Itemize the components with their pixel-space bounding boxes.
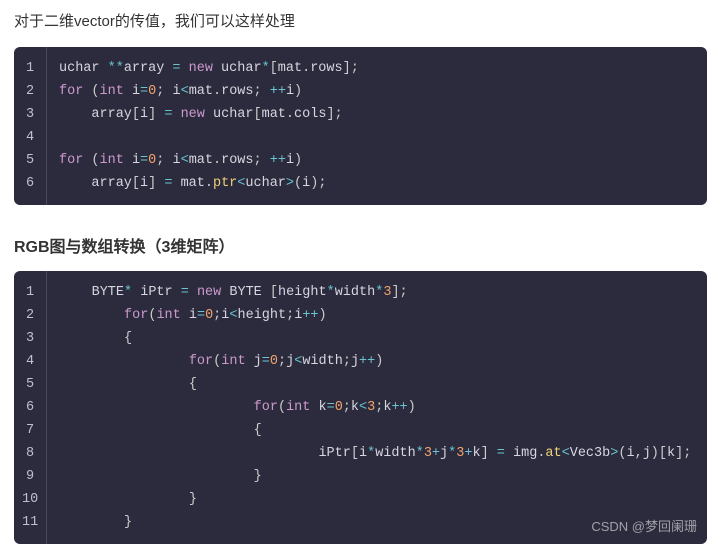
code-block-2: 1234567891011 BYTE* iPtr = new BYTE [hei… xyxy=(14,271,707,544)
code-2: BYTE* iPtr = new BYTE [height*width*3]; … xyxy=(47,271,707,544)
gutter-2: 1234567891011 xyxy=(14,271,47,544)
section-title: RGB图与数组转换（3维矩阵） xyxy=(14,233,707,257)
code-block-1: 123456 uchar **array = new uchar*[mat.ro… xyxy=(14,47,707,205)
gutter-1: 123456 xyxy=(14,47,47,205)
code-1: uchar **array = new uchar*[mat.rows]; fo… xyxy=(47,47,707,205)
intro-text: 对于二维vector的传值，我们可以这样处理 xyxy=(14,10,707,31)
